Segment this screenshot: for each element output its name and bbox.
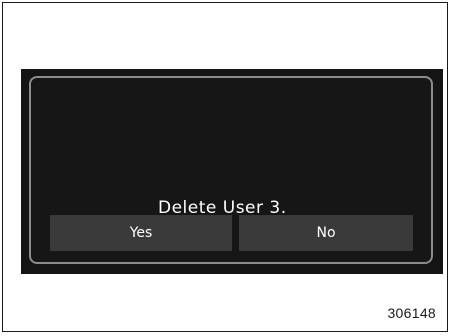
yes-button[interactable]: Yes — [50, 215, 232, 251]
figure-number: 306148 — [387, 305, 436, 321]
no-button[interactable]: No — [239, 215, 413, 251]
dialog-message-line-2: OK? — [158, 282, 194, 302]
